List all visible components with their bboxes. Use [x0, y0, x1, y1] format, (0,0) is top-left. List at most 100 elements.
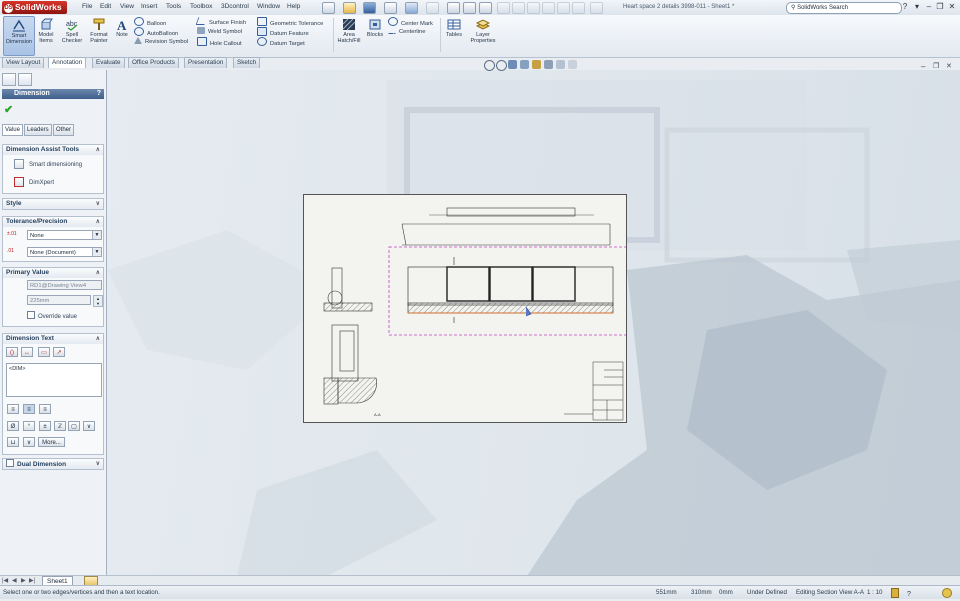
plus-minus-symbol-icon[interactable]: ± — [39, 421, 51, 431]
disabled-tool-icon-5[interactable] — [557, 2, 570, 14]
tab-annotation[interactable]: Annotation — [48, 57, 87, 68]
surface-finish-command[interactable]: Surface Finish — [195, 17, 246, 27]
help-dropdown-icon[interactable]: ▾ — [912, 2, 922, 12]
help-icon[interactable]: ? — [97, 89, 101, 99]
property-manager-tab-icon[interactable] — [18, 73, 32, 86]
ok-check-icon[interactable]: ✔ — [4, 103, 13, 116]
centerline-symbol-icon[interactable]: ℤ — [54, 421, 66, 431]
redo-icon[interactable] — [426, 2, 439, 14]
options-icon[interactable] — [479, 2, 492, 14]
zoom-area-icon[interactable] — [496, 60, 507, 71]
solidworks-logo[interactable]: DS SolidWorks — [2, 1, 67, 14]
balloon-command[interactable]: Balloon — [134, 17, 188, 27]
group-header[interactable]: Dimension Assist Tools ∧ — [3, 145, 103, 155]
square-symbol-icon[interactable]: ▢ — [68, 421, 80, 431]
tab-sketch[interactable]: Sketch — [233, 57, 261, 68]
minimize-document-icon[interactable]: – — [921, 62, 925, 71]
more-symbols-button[interactable]: More... — [38, 437, 65, 447]
menu-help[interactable]: Help — [287, 3, 300, 10]
format-painter-button[interactable]: Format Painter — [87, 16, 111, 54]
new-icon[interactable] — [322, 2, 335, 14]
model-items-button[interactable]: Model Items — [35, 16, 57, 54]
subtab-other[interactable]: Other — [53, 124, 75, 136]
smart-dimension-button[interactable]: Smart Dimension — [3, 16, 35, 56]
dual-dimension-checkbox[interactable] — [6, 459, 14, 467]
spell-checker-button[interactable]: abc Spell Checker — [60, 16, 84, 54]
centerline-command[interactable]: Centerline — [388, 27, 433, 37]
revision-symbol-command[interactable]: Revision Symbol — [134, 37, 188, 47]
collapse-icon[interactable]: ∧ — [96, 268, 100, 278]
weld-symbol-command[interactable]: Weld Symbol — [197, 27, 246, 37]
feature-tree-tab-icon[interactable] — [2, 73, 16, 86]
display-style-icon[interactable] — [544, 60, 553, 69]
value-spinner[interactable]: ▲ ▼ — [93, 295, 103, 307]
inspection-dimension-icon[interactable]: ▭ — [38, 347, 50, 357]
undo-icon[interactable] — [405, 2, 418, 14]
disabled-tool-icon-4[interactable] — [542, 2, 555, 14]
help-icon[interactable]: ? — [900, 2, 910, 12]
open-icon[interactable] — [343, 2, 356, 14]
checkbox-box[interactable] — [27, 311, 35, 319]
collapse-icon[interactable]: ∧ — [96, 217, 100, 227]
disabled-tool-icon-6[interactable] — [572, 2, 585, 14]
rotate-view-icon[interactable] — [520, 60, 529, 69]
print-icon[interactable] — [384, 2, 397, 14]
precision-select[interactable]: None (Document) ▼ — [27, 247, 102, 257]
expand-icon[interactable]: ∨ — [96, 199, 100, 209]
rebuild-status-icon[interactable] — [891, 588, 899, 598]
center-dimension-icon[interactable]: ↔ — [21, 347, 33, 357]
close-icon[interactable]: ✕ — [947, 2, 957, 12]
collapse-icon[interactable]: ∧ — [96, 145, 100, 155]
search-input[interactable]: ⚲ SolidWorks Search — [786, 2, 902, 14]
offset-text-icon[interactable]: ↗ — [53, 347, 65, 357]
layer-properties-button[interactable]: Layer Properties — [466, 16, 500, 54]
dimension-text-area[interactable]: <DIM> — [6, 363, 102, 397]
dimension-value-field[interactable]: 225mm — [27, 295, 91, 305]
counterbore-symbol-icon[interactable]: ⊔ — [7, 437, 19, 447]
degree-symbol-icon[interactable]: ° — [23, 421, 35, 431]
select-icon[interactable] — [447, 2, 460, 14]
tab-view-layout[interactable]: View Layout — [2, 57, 45, 68]
disabled-tool-icon-1[interactable] — [497, 2, 510, 14]
note-button[interactable]: A Note — [114, 16, 130, 54]
align-right-icon[interactable]: ≡ — [39, 404, 51, 414]
drawing-sheet[interactable]: A-A — [303, 194, 635, 423]
notification-icon[interactable] — [942, 588, 952, 598]
override-value-checkbox[interactable]: Override value — [27, 311, 77, 320]
diameter-symbol-icon[interactable]: Ø — [7, 421, 19, 431]
group-header[interactable]: Tolerance/Precision ∧ — [3, 217, 103, 227]
view-settings-icon[interactable] — [568, 60, 577, 69]
disabled-tool-icon-2[interactable] — [512, 2, 525, 14]
hide-show-items-icon[interactable] — [556, 60, 565, 69]
rebuild-icon[interactable] — [463, 2, 476, 14]
close-document-icon[interactable]: ✕ — [946, 62, 952, 70]
group-header[interactable]: Dual Dimension ∨ — [3, 459, 103, 469]
restore-icon[interactable]: ❐ — [935, 2, 945, 12]
first-sheet-icon[interactable]: |◀ — [2, 577, 8, 584]
group-header[interactable]: Style ∨ — [3, 199, 103, 209]
geometric-tolerance-command[interactable]: Geometric Tolerance — [257, 17, 323, 27]
menu-3dcontrol[interactable]: 3Dcontrol — [221, 3, 249, 10]
menu-toolbox[interactable]: Toolbox — [190, 3, 212, 10]
section-view-icon[interactable] — [532, 60, 541, 69]
dimxpert-item[interactable]: DimXpert — [3, 177, 54, 187]
tolerance-type-select[interactable]: None ▼ — [27, 230, 102, 240]
disabled-tool-icon-7[interactable] — [590, 2, 603, 14]
expand-icon[interactable]: ∨ — [96, 459, 100, 469]
save-icon[interactable] — [363, 2, 376, 14]
subtab-leaders[interactable]: Leaders — [24, 124, 52, 136]
tab-evaluate[interactable]: Evaluate — [92, 57, 125, 68]
align-center-icon[interactable]: ≡ — [23, 404, 35, 414]
collapse-icon[interactable]: ∧ — [96, 334, 100, 344]
hole-callout-command[interactable]: Hole Callout — [197, 37, 246, 47]
tables-button[interactable]: Tables — [443, 16, 465, 54]
symbol-dropdown-icon[interactable]: ∨ — [83, 421, 95, 431]
tab-presentation[interactable]: Presentation — [184, 57, 228, 68]
countersink-symbol-icon[interactable]: ∨ — [23, 437, 35, 447]
area-hatch-button[interactable]: Area Hatch/Fill — [336, 16, 362, 54]
previous-view-icon[interactable] — [508, 60, 517, 69]
last-sheet-icon[interactable]: ▶| — [29, 577, 35, 584]
align-left-icon[interactable]: ≡ — [7, 404, 19, 414]
add-parentheses-icon[interactable]: () — [6, 347, 18, 357]
tab-office-products[interactable]: Office Products — [128, 57, 179, 68]
